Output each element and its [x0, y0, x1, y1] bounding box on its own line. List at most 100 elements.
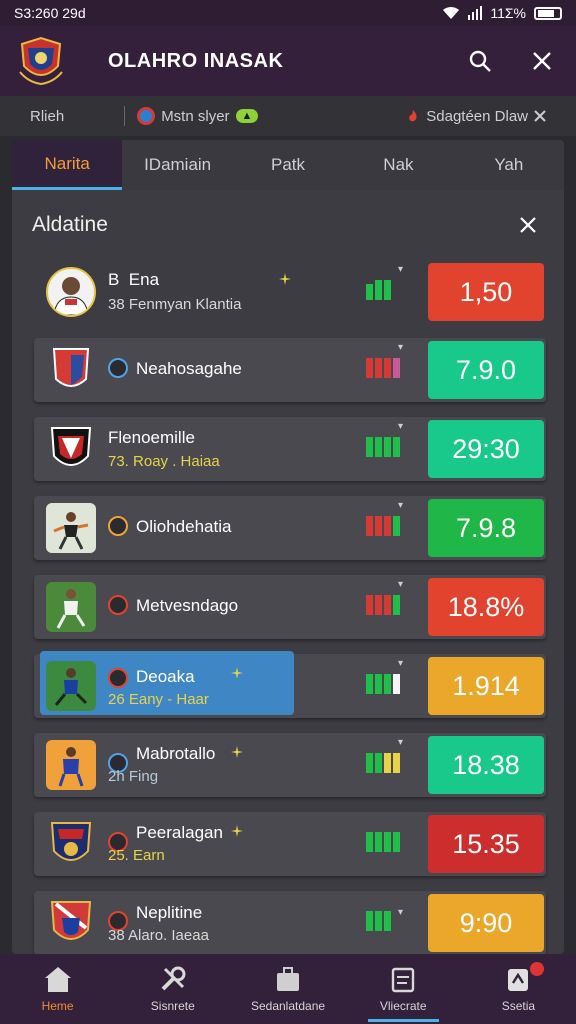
trend-icon: ▾ — [398, 737, 404, 748]
close-icon — [533, 52, 551, 70]
list-item[interactable]: B Ena 38 Fenmyan Klantia ▾ 1,50 — [34, 260, 546, 324]
trend-icon: ▾ — [398, 579, 404, 590]
form-bars — [366, 358, 400, 378]
player-photo — [46, 661, 96, 711]
clipboard-icon — [392, 967, 415, 993]
score-button[interactable]: 1,50 — [428, 263, 544, 321]
score-button[interactable]: 7.9.8 — [428, 499, 544, 557]
tab-1[interactable]: IDamiain — [122, 140, 232, 190]
list-item[interactable]: Metvesndago ▾ 18.8% — [34, 575, 546, 639]
list-item[interactable]: Flenoemille 73. Roay . Haiaa ▾ 29:30 — [34, 417, 546, 481]
favorite-icon[interactable] — [230, 666, 244, 680]
form-bars — [366, 516, 400, 536]
panel-close-button[interactable] — [512, 209, 544, 241]
trend-icon: ▾ — [398, 658, 404, 669]
team-subtitle: 25. Earn — [108, 847, 165, 864]
team-name: Neahosagahe — [136, 359, 242, 378]
club-crest-icon — [50, 427, 92, 466]
league-badge-icon — [108, 516, 128, 536]
list-item-selected[interactable]: Deoaka 26 Eany - Haar ▾ 1.914 — [34, 651, 546, 718]
score-button[interactable]: 18.38 — [428, 736, 544, 794]
team-name: Deoaka — [136, 667, 195, 686]
nav-label: Sedanlatdane — [250, 999, 326, 1013]
nav-clipboard[interactable]: Vliecrate — [346, 954, 461, 1024]
trend-icon: ▾ — [398, 421, 404, 432]
bottom-navigation: Heme Sisnrete Sedanlatdane Vliecrate Sse… — [0, 954, 576, 1024]
tools-icon — [161, 966, 186, 991]
player-avatar — [46, 267, 96, 317]
close-button[interactable] — [526, 45, 558, 77]
shirt-icon — [508, 969, 529, 991]
nav-label: Ssetia — [501, 999, 536, 1013]
clear-filter-icon[interactable] — [534, 110, 546, 122]
flame-icon — [409, 110, 417, 122]
list-item[interactable]: Oliohdehatia ▾ 7.9.8 — [34, 496, 546, 560]
panel-header: Aldatine — [12, 190, 564, 260]
list-item[interactable]: Neahosagahe ▾ 7.9.0 — [34, 338, 546, 402]
team-name: Oliohdehatia — [136, 517, 232, 536]
trend-icon: ▾ — [398, 907, 404, 918]
form-bars — [366, 832, 400, 852]
app-title: OLAHRO INASAK — [108, 49, 284, 72]
search-button[interactable] — [464, 45, 496, 77]
status-bar: S3:260 29d 11Σ% — [0, 0, 576, 26]
score-button[interactable]: 29:30 — [428, 420, 544, 478]
league-badge-icon — [108, 358, 128, 378]
search-icon — [469, 50, 491, 72]
team-name: Ena — [128, 270, 160, 289]
nav-label: Heme — [41, 999, 74, 1013]
nav-notifications[interactable]: Ssetia — [461, 954, 576, 1024]
notification-badge — [530, 962, 545, 976]
favorite-icon[interactable] — [278, 272, 292, 286]
trend-icon: ▾ — [398, 342, 404, 353]
list-panel: Aldatine B Ena 38 Fenmyan Klantia ▾ 1,50… — [12, 190, 564, 954]
list-item[interactable]: Neplitine 38 Alaro. Iaeaa ▾ 9:90 — [34, 891, 546, 954]
tab-3[interactable]: Nak — [343, 140, 453, 190]
tab-4[interactable]: Yah — [454, 140, 564, 190]
score-button[interactable]: 7.9.0 — [428, 341, 544, 399]
close-icon — [520, 217, 536, 233]
nav-home[interactable]: Heme — [0, 954, 115, 1024]
team-name: Mabrotallo — [136, 744, 216, 763]
battery-percent: 11Σ% — [490, 5, 526, 21]
team-subtitle: 26 Eany - Haar — [108, 691, 209, 708]
club-crest-icon — [52, 348, 90, 387]
panel-title: Aldatine — [32, 213, 108, 236]
player-photo — [46, 582, 96, 632]
favorite-icon[interactable] — [230, 745, 244, 759]
list-item[interactable]: Mabrotallo 2h Fing ▾ 18.38 — [34, 733, 546, 797]
nav-tools[interactable]: Sisnrete — [115, 954, 230, 1024]
wifi-icon — [443, 6, 460, 19]
team-subtitle: 38 Fenmyan Klantia — [108, 296, 242, 313]
team-name: Neplitine — [136, 903, 203, 922]
tab-0[interactable]: Narita — [12, 140, 123, 190]
score-button[interactable]: 15.35 — [428, 815, 544, 873]
filter-left-label[interactable]: Rlieh — [30, 108, 64, 125]
league-icon — [137, 107, 156, 125]
team-name: Flenoemille — [108, 428, 195, 447]
team-subtitle: 73. Roay . Haiaa — [108, 453, 220, 470]
team-subtitle: 2h Fing — [108, 768, 159, 785]
player-photo — [46, 503, 96, 553]
filter-label[interactable]: Mstn slyer — [161, 108, 229, 125]
score-button[interactable]: 9:90 — [428, 894, 544, 952]
tab-bar: Narita IDamiain Patk Nak Yah — [12, 140, 564, 190]
trend-icon: ▾ — [398, 500, 404, 511]
form-bars — [366, 595, 400, 615]
list-item[interactable]: Peeralagan 25. Earn 15.35 — [34, 812, 546, 876]
club-crest-icon — [50, 822, 92, 861]
league-badge-icon — [108, 668, 128, 688]
nav-label: Vliecrate — [379, 999, 427, 1013]
score-button[interactable]: 18.8% — [428, 578, 544, 636]
tab-2[interactable]: Patk — [233, 140, 343, 190]
favorite-icon[interactable] — [230, 824, 244, 838]
club-crest-icon — [50, 901, 92, 940]
club-crest-icon — [19, 36, 63, 86]
team-subtitle: 38 Alaro. Iaeaa — [108, 927, 209, 944]
form-bars — [366, 437, 400, 457]
score-button[interactable]: 1.914 — [428, 657, 544, 715]
nav-bag[interactable]: Sedanlatdane — [230, 954, 345, 1024]
status-time: S3:260 29d — [14, 5, 86, 21]
divider — [124, 106, 126, 126]
sort-label[interactable]: Sdagtéen Dlaw — [426, 108, 528, 125]
